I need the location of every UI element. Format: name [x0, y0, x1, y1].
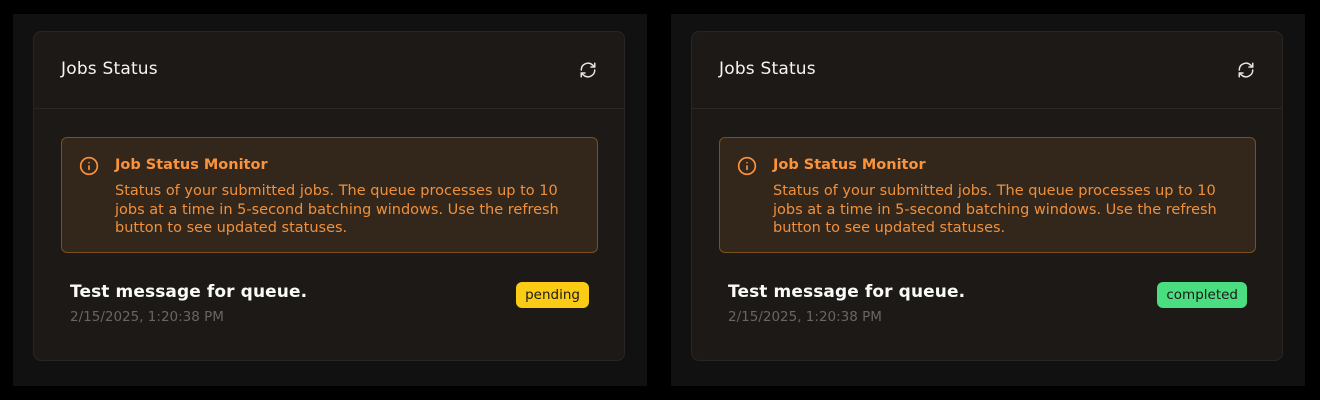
job-row: Test message for queue. 2/15/2025, 1:20:… — [728, 282, 1247, 332]
info-icon — [737, 156, 757, 176]
jobs-status-card: Jobs Status Job Status Monitor Status of… — [691, 31, 1283, 361]
refresh-icon — [580, 62, 596, 78]
info-icon — [79, 156, 99, 176]
job-status-monitor-alert: Job Status Monitor Status of your submit… — [719, 137, 1256, 253]
jobs-status-panel-left: Jobs Status Job Status Monitor Status of… — [13, 14, 647, 386]
job-status-monitor-alert: Job Status Monitor Status of your submit… — [61, 137, 598, 253]
status-badge: pending — [516, 282, 589, 308]
job-timestamp: 2/15/2025, 1:20:38 PM — [728, 309, 882, 325]
jobs-status-card: Jobs Status Job Status Monitor Status of… — [33, 31, 625, 361]
alert-description: Status of your submitted jobs. The queue… — [773, 183, 1217, 236]
card-title: Jobs Status — [61, 59, 158, 79]
job-timestamp: 2/15/2025, 1:20:38 PM — [70, 309, 224, 325]
card-title: Jobs Status — [719, 59, 816, 79]
alert-title: Job Status Monitor — [773, 157, 926, 173]
card-header: Jobs Status — [34, 32, 624, 109]
alert-title: Job Status Monitor — [115, 157, 268, 173]
alert-description: Status of your submitted jobs. The queue… — [115, 183, 559, 236]
status-badge: completed — [1157, 282, 1247, 308]
job-message: Test message for queue. — [728, 282, 966, 302]
job-row: Test message for queue. 2/15/2025, 1:20:… — [70, 282, 589, 332]
job-message: Test message for queue. — [70, 282, 308, 302]
refresh-button[interactable] — [578, 60, 598, 80]
card-header: Jobs Status — [692, 32, 1282, 109]
refresh-button[interactable] — [1236, 60, 1256, 80]
refresh-icon — [1238, 62, 1254, 78]
jobs-status-panel-right: Jobs Status Job Status Monitor Status of… — [671, 14, 1305, 386]
